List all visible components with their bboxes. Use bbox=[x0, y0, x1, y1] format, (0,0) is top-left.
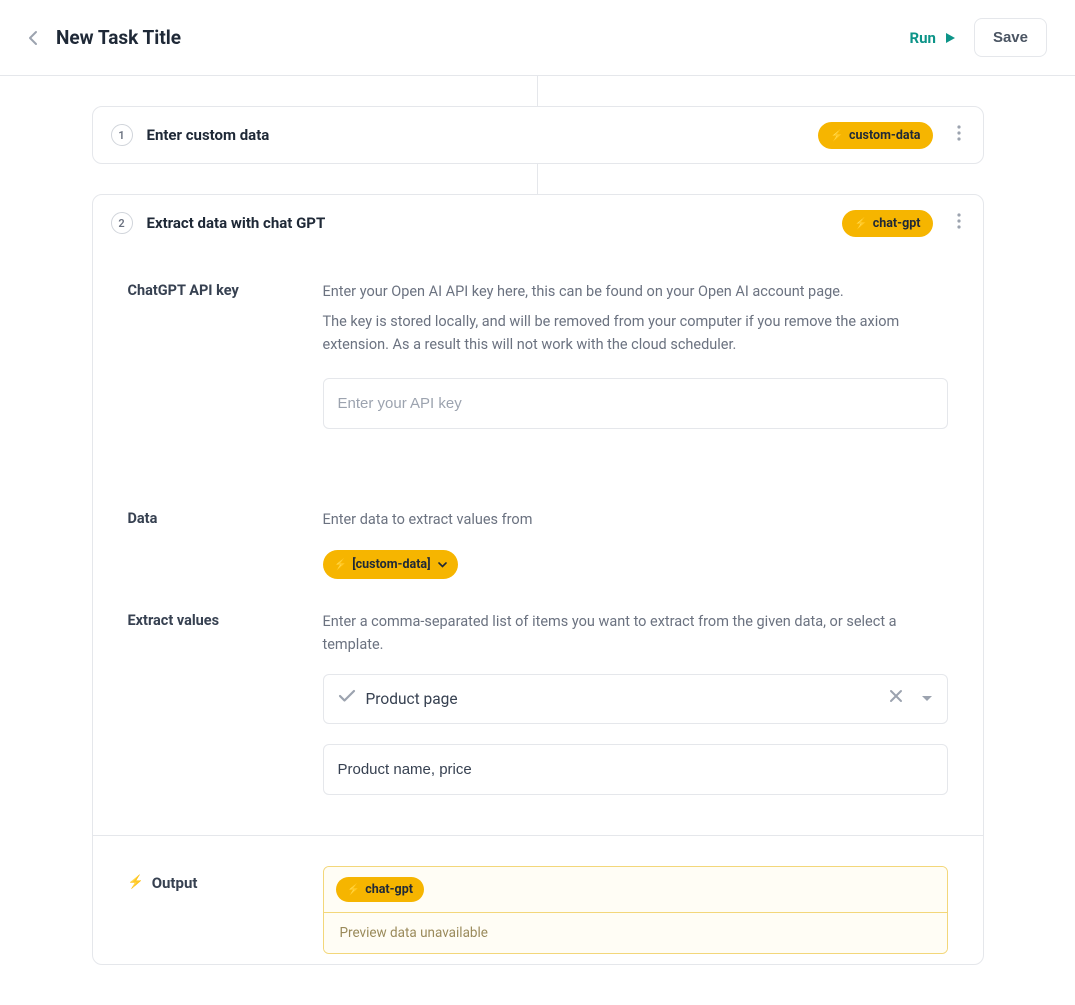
chip-text: [custom-data] bbox=[352, 555, 430, 574]
output-chip[interactable]: ⚡ chat-gpt bbox=[336, 877, 424, 902]
back-button[interactable] bbox=[28, 30, 38, 46]
field-content-data: Enter data to extract values from ⚡ [cus… bbox=[323, 509, 948, 579]
template-selected-label: Product page bbox=[366, 687, 879, 711]
kebab-icon bbox=[957, 125, 961, 141]
run-button[interactable]: Run bbox=[910, 29, 956, 47]
step-card-2: 2 Extract data with chat GPT ⚡ chat-gpt … bbox=[92, 194, 984, 965]
badge-text: chat-gpt bbox=[873, 216, 921, 231]
helper-text: Enter data to extract values from bbox=[323, 509, 948, 531]
field-label-data: Data bbox=[128, 509, 303, 579]
page-title[interactable]: New Task Title bbox=[56, 26, 181, 49]
step-menu-button[interactable] bbox=[953, 121, 965, 149]
output-preview-message: Preview data unavailable bbox=[324, 913, 947, 953]
header-right: Run Save bbox=[910, 18, 1047, 57]
step-header-1[interactable]: 1 Enter custom data ⚡ custom-data bbox=[93, 107, 983, 163]
field-extract-values: Extract values Enter a comma-separated l… bbox=[128, 611, 948, 795]
field-label-extract: Extract values bbox=[128, 611, 303, 795]
page-header: New Task Title Run Save bbox=[0, 0, 1075, 76]
template-select[interactable]: Product page bbox=[323, 674, 948, 724]
plug-icon: ⚡ bbox=[347, 884, 361, 895]
output-label-text: Output bbox=[152, 874, 198, 892]
dropdown-caret[interactable] bbox=[921, 688, 933, 710]
chevron-down-icon bbox=[438, 562, 447, 568]
play-icon bbox=[944, 32, 956, 44]
run-label: Run bbox=[910, 29, 936, 47]
output-box-header: ⚡ chat-gpt bbox=[324, 867, 947, 913]
helper-text: Enter a comma-separated list of items yo… bbox=[323, 611, 948, 656]
close-icon bbox=[889, 689, 903, 703]
step-header-2[interactable]: 2 Extract data with chat GPT ⚡ chat-gpt bbox=[93, 195, 983, 251]
helper-text: The key is stored locally, and will be r… bbox=[323, 311, 948, 356]
field-content-api-key: Enter your Open AI API key here, this ca… bbox=[323, 281, 948, 429]
step-type-badge-chat-gpt: ⚡ chat-gpt bbox=[842, 210, 932, 237]
field-data: Data Enter data to extract values from ⚡… bbox=[128, 509, 948, 579]
step-body: ChatGPT API key Enter your Open AI API k… bbox=[93, 251, 983, 835]
field-label-api-key: ChatGPT API key bbox=[128, 281, 303, 429]
clear-template-button[interactable] bbox=[889, 688, 903, 710]
step-card-1[interactable]: 1 Enter custom data ⚡ custom-data bbox=[92, 106, 984, 164]
save-button[interactable]: Save bbox=[974, 18, 1047, 57]
output-row: ⚡ Output ⚡ chat-gpt Preview data unavail… bbox=[128, 866, 948, 954]
step-number-badge: 1 bbox=[111, 124, 133, 146]
step-title: Enter custom data bbox=[147, 126, 805, 144]
step-type-badge-custom-data: ⚡ custom-data bbox=[818, 122, 932, 149]
field-content-extract: Enter a comma-separated list of items yo… bbox=[323, 611, 948, 795]
check-icon bbox=[338, 688, 356, 710]
step-title: Extract data with chat GPT bbox=[147, 214, 829, 232]
output-label: ⚡ Output bbox=[128, 866, 303, 954]
data-source-chip[interactable]: ⚡ [custom-data] bbox=[323, 550, 458, 579]
chip-text: chat-gpt bbox=[365, 882, 413, 897]
helper-text: Enter your Open AI API key here, this ca… bbox=[323, 281, 948, 303]
plug-icon: ⚡ bbox=[128, 876, 144, 889]
header-left: New Task Title bbox=[28, 26, 181, 49]
chevron-left-icon bbox=[28, 30, 38, 46]
badge-text: custom-data bbox=[849, 128, 920, 143]
field-api-key: ChatGPT API key Enter your Open AI API k… bbox=[128, 281, 948, 429]
connector-line bbox=[537, 76, 538, 106]
caret-down-icon bbox=[921, 695, 933, 703]
output-section: ⚡ Output ⚡ chat-gpt Preview data unavail… bbox=[93, 835, 983, 964]
extract-values-input[interactable] bbox=[323, 744, 948, 795]
kebab-icon bbox=[957, 213, 961, 229]
plug-icon: ⚡ bbox=[334, 559, 348, 570]
canvas: 1 Enter custom data ⚡ custom-data 2 Extr… bbox=[0, 76, 1075, 1005]
step-menu-button[interactable] bbox=[953, 209, 965, 237]
connector-line bbox=[537, 164, 538, 194]
output-content: ⚡ chat-gpt Preview data unavailable bbox=[323, 866, 948, 954]
step-number-badge: 2 bbox=[111, 212, 133, 234]
output-preview-box: ⚡ chat-gpt Preview data unavailable bbox=[323, 866, 948, 954]
plug-icon: ⚡ bbox=[830, 130, 844, 141]
plug-icon: ⚡ bbox=[854, 218, 868, 229]
api-key-input[interactable] bbox=[323, 378, 948, 429]
